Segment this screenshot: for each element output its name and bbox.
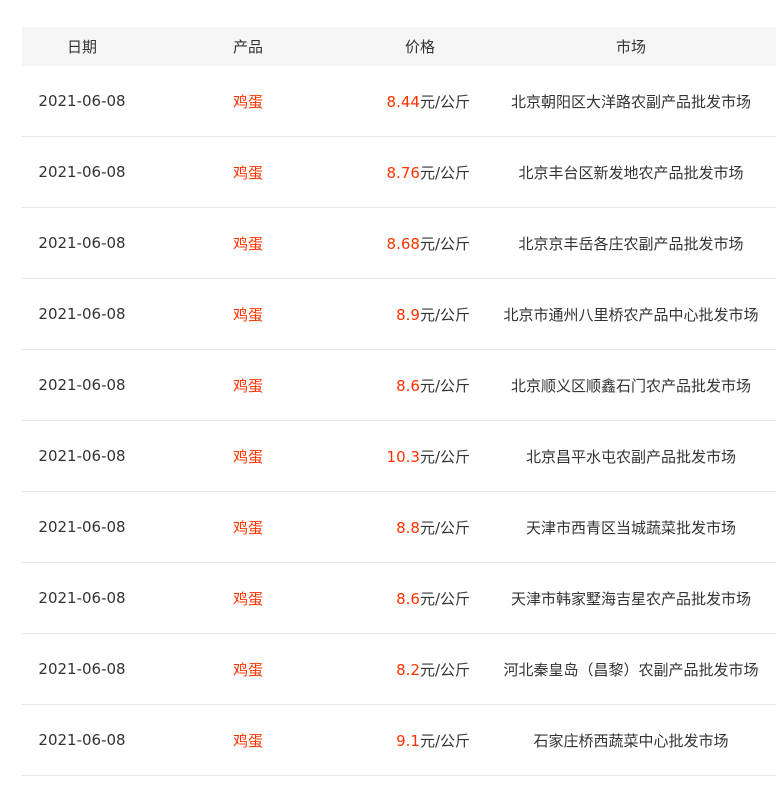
cell-date: 2021-06-08 bbox=[22, 349, 142, 421]
cell-product[interactable]: 鸡蛋 bbox=[142, 491, 354, 563]
cell-product[interactable]: 鸡蛋 bbox=[142, 633, 354, 705]
header-product: 产品 bbox=[142, 27, 354, 66]
header-row: 日期 产品 价格 市场 bbox=[22, 27, 776, 66]
cell-product[interactable]: 鸡蛋 bbox=[142, 420, 354, 492]
cell-product[interactable]: 鸡蛋 bbox=[142, 136, 354, 208]
price-unit: 元/公斤 bbox=[419, 163, 470, 182]
cell-product[interactable]: 鸡蛋 bbox=[142, 562, 354, 634]
price-value: 8.2 bbox=[396, 660, 420, 679]
cell-date: 2021-06-08 bbox=[22, 562, 142, 634]
table-row: 2021-06-08 鸡蛋 8.76元/公斤 北京丰台区新发地农产品批发市场 bbox=[22, 136, 776, 208]
cell-product[interactable]: 鸡蛋 bbox=[142, 207, 354, 279]
table-row: 2021-06-08 鸡蛋 8.6元/公斤 天津市韩家墅海吉星农产品批发市场 bbox=[22, 562, 776, 634]
cell-date: 2021-06-08 bbox=[22, 491, 142, 563]
cell-price: 10.3元/公斤 bbox=[354, 420, 486, 492]
table-row: 2021-06-08 鸡蛋 8.44元/公斤 北京朝阳区大洋路农副产品批发市场 bbox=[22, 66, 776, 137]
price-value: 8.68 bbox=[386, 234, 420, 253]
table-row: 2021-06-08 鸡蛋 8.6元/公斤 北京顺义区顺鑫石门农产品批发市场 bbox=[22, 349, 776, 421]
cell-price: 8.6元/公斤 bbox=[354, 562, 486, 634]
cell-product[interactable]: 鸡蛋 bbox=[142, 278, 354, 350]
cell-market: 北京昌平水屯农副产品批发市场 bbox=[486, 420, 776, 492]
table-row: 2021-06-08 鸡蛋 9.1元/公斤 石家庄桥西蔬菜中心批发市场 bbox=[22, 704, 776, 776]
table-row: 2021-06-08 鸡蛋 8.68元/公斤 北京京丰岳各庄农副产品批发市场 bbox=[22, 207, 776, 279]
price-value: 10.3 bbox=[386, 447, 420, 466]
cell-date: 2021-06-08 bbox=[22, 278, 142, 350]
price-value: 8.76 bbox=[386, 163, 420, 182]
price-unit: 元/公斤 bbox=[419, 234, 470, 253]
cell-price: 8.6元/公斤 bbox=[354, 349, 486, 421]
cell-market: 天津市西青区当城蔬菜批发市场 bbox=[486, 491, 776, 563]
cell-market: 天津市韩家墅海吉星农产品批发市场 bbox=[486, 562, 776, 634]
price-value: 9.1 bbox=[396, 731, 420, 750]
table-row: 2021-06-08 鸡蛋 10.3元/公斤 北京昌平水屯农副产品批发市场 bbox=[22, 420, 776, 492]
price-value: 8.9 bbox=[396, 305, 420, 324]
cell-price: 8.44元/公斤 bbox=[354, 66, 486, 137]
cell-price: 9.1元/公斤 bbox=[354, 704, 486, 776]
header-market: 市场 bbox=[486, 27, 776, 66]
table-body: 2021-06-08 鸡蛋 8.44元/公斤 北京朝阳区大洋路农副产品批发市场 2021… bbox=[22, 66, 776, 776]
price-unit: 元/公斤 bbox=[419, 376, 470, 395]
cell-date: 2021-06-08 bbox=[22, 207, 142, 279]
cell-market: 石家庄桥西蔬菜中心批发市场 bbox=[486, 704, 776, 776]
cell-price: 8.9元/公斤 bbox=[354, 278, 486, 350]
cell-price: 8.76元/公斤 bbox=[354, 136, 486, 208]
cell-date: 2021-06-08 bbox=[22, 633, 142, 705]
price-unit: 元/公斤 bbox=[419, 305, 470, 324]
cell-date: 2021-06-08 bbox=[22, 420, 142, 492]
cell-date: 2021-06-08 bbox=[22, 66, 142, 137]
cell-price: 8.8元/公斤 bbox=[354, 491, 486, 563]
cell-market: 北京京丰岳各庄农副产品批发市场 bbox=[486, 207, 776, 279]
price-value: 8.44 bbox=[386, 92, 420, 111]
cell-price: 8.2元/公斤 bbox=[354, 633, 486, 705]
price-value: 8.8 bbox=[396, 518, 420, 537]
table-row: 2021-06-08 鸡蛋 8.2元/公斤 河北秦皇岛（昌黎）农副产品批发市场 bbox=[22, 633, 776, 705]
table-row: 2021-06-08 鸡蛋 8.8元/公斤 天津市西青区当城蔬菜批发市场 bbox=[22, 491, 776, 563]
cell-market: 北京顺义区顺鑫石门农产品批发市场 bbox=[486, 349, 776, 421]
cell-market: 北京朝阳区大洋路农副产品批发市场 bbox=[486, 66, 776, 137]
cell-date: 2021-06-08 bbox=[22, 704, 142, 776]
price-unit: 元/公斤 bbox=[419, 518, 470, 537]
header-price: 价格 bbox=[354, 27, 486, 66]
price-unit: 元/公斤 bbox=[419, 731, 470, 750]
cell-market: 河北秦皇岛（昌黎）农副产品批发市场 bbox=[486, 633, 776, 705]
cell-market: 北京市通州八里桥农产品中心批发市场 bbox=[486, 278, 776, 350]
table-header: 日期 产品 价格 市场 bbox=[22, 27, 776, 66]
cell-product[interactable]: 鸡蛋 bbox=[142, 349, 354, 421]
cell-product[interactable]: 鸡蛋 bbox=[142, 704, 354, 776]
price-value: 8.6 bbox=[396, 589, 420, 608]
price-table: 日期 产品 价格 市场 2021-06-08 鸡蛋 8.44元/公斤 北京朝阳区大洋路… bbox=[22, 27, 776, 776]
cell-product[interactable]: 鸡蛋 bbox=[142, 66, 354, 137]
price-table-container: 日期 产品 价格 市场 2021-06-08 鸡蛋 8.44元/公斤 北京朝阳区大洋路… bbox=[22, 27, 776, 776]
cell-price: 8.68元/公斤 bbox=[354, 207, 486, 279]
header-date: 日期 bbox=[22, 27, 142, 66]
cell-market: 北京丰台区新发地农产品批发市场 bbox=[486, 136, 776, 208]
price-unit: 元/公斤 bbox=[419, 589, 470, 608]
price-value: 8.6 bbox=[396, 376, 420, 395]
table-row: 2021-06-08 鸡蛋 8.9元/公斤 北京市通州八里桥农产品中心批发市场 bbox=[22, 278, 776, 350]
price-unit: 元/公斤 bbox=[419, 660, 470, 679]
price-unit: 元/公斤 bbox=[419, 92, 470, 111]
price-unit: 元/公斤 bbox=[419, 447, 470, 466]
cell-date: 2021-06-08 bbox=[22, 136, 142, 208]
